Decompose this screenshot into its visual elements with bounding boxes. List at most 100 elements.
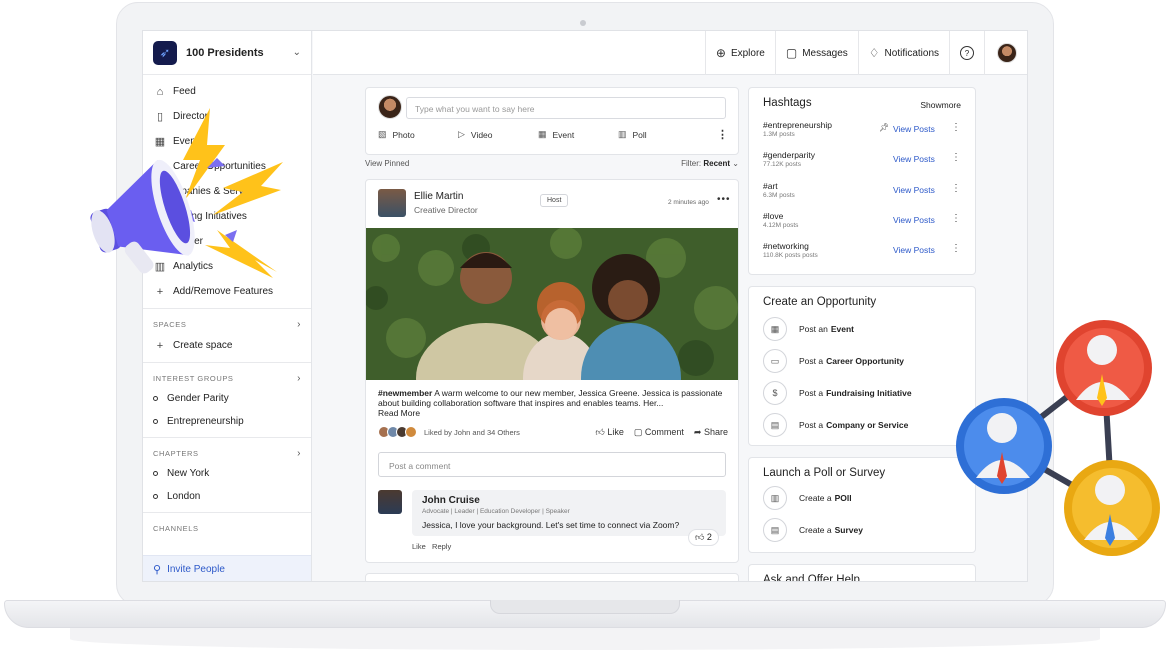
like-button[interactable]: 👍︎ Like bbox=[595, 427, 623, 438]
commenter-avatar[interactable] bbox=[378, 490, 402, 514]
chapters-header[interactable]: CHAPTERS › bbox=[143, 444, 311, 462]
event-button[interactable]: ▦ Event bbox=[538, 128, 618, 141]
video-label: Video bbox=[470, 129, 493, 140]
option-prefix: Post a bbox=[799, 356, 824, 366]
community-switcher[interactable]: ➶ 100 Presidents ⌄ bbox=[143, 31, 311, 75]
view-posts-link[interactable]: View Posts bbox=[893, 124, 935, 134]
messages-button[interactable]: ▢ Messages bbox=[774, 31, 858, 75]
more-options-icon[interactable]: ⋮ bbox=[951, 213, 961, 224]
group-item[interactable]: Gender Parity bbox=[143, 387, 311, 410]
bullet-icon bbox=[153, 494, 158, 499]
feed-filter-bar: View Pinned Filter: Recent ⌄ bbox=[365, 159, 739, 168]
view-pinned-link[interactable]: View Pinned bbox=[365, 159, 409, 168]
photo-button[interactable]: ▧ Photo bbox=[378, 128, 458, 141]
invite-people-button[interactable]: ⚲ Invite People bbox=[143, 555, 311, 581]
create-survey-option[interactable]: ▤ Create a Survey bbox=[763, 518, 863, 542]
megaphone-illustration bbox=[90, 108, 283, 278]
post-career-option[interactable]: ▭ Post a Career Opportunity bbox=[763, 349, 904, 373]
profile-button[interactable] bbox=[984, 31, 1027, 75]
bullet-icon bbox=[153, 471, 158, 476]
lightning-bolt-icon bbox=[205, 230, 277, 278]
chapter-item[interactable]: New York bbox=[143, 462, 311, 485]
view-posts-link[interactable]: View Posts bbox=[893, 215, 935, 225]
share-label: Share bbox=[703, 426, 728, 437]
comment-like-button[interactable]: Like bbox=[412, 542, 426, 551]
post-image[interactable] bbox=[366, 228, 738, 380]
section-heading: CHAPTERS bbox=[153, 448, 199, 458]
author-avatar[interactable] bbox=[378, 189, 406, 217]
interest-groups-header[interactable]: INTEREST GROUPS › bbox=[143, 369, 311, 387]
read-more-link[interactable]: Read More bbox=[378, 408, 420, 418]
chapter-label: London bbox=[167, 491, 201, 502]
host-badge: Host bbox=[540, 194, 569, 207]
comment-like-count[interactable]: 👍︎ 2 bbox=[688, 529, 719, 546]
more-options-icon[interactable]: ⋮ bbox=[951, 152, 961, 163]
channels-header[interactable]: CHANNELS bbox=[143, 519, 311, 537]
nav-label: Feed bbox=[173, 86, 196, 97]
comment-button[interactable]: ▢ Comment bbox=[634, 427, 684, 438]
avatar bbox=[378, 95, 402, 119]
post-event-option[interactable]: ▦ Post an Event bbox=[763, 317, 854, 341]
liker-avatars[interactable] bbox=[378, 426, 417, 438]
post-hashtag[interactable]: #newmember bbox=[378, 388, 432, 398]
comment-input[interactable]: Post a comment bbox=[378, 452, 726, 477]
share-button[interactable]: ➦ Share bbox=[694, 427, 728, 438]
section-heading: CHANNELS bbox=[153, 523, 199, 533]
event-label: Event bbox=[552, 129, 575, 140]
network-nodes-illustration bbox=[956, 320, 1160, 556]
thumbs-up-icon: 👍︎ bbox=[695, 532, 705, 542]
chapter-item[interactable]: London bbox=[143, 485, 311, 508]
post-composer: Type what you want to say here ▧ Photo ▷ V… bbox=[365, 87, 739, 155]
filter-dropdown[interactable]: Filter: Recent ⌄ bbox=[681, 159, 739, 168]
comment-bubble: John Cruise Advocate | Leader | Educatio… bbox=[412, 490, 726, 536]
feed-post: Ellie Martin Creative Director Host 2 mi… bbox=[365, 179, 739, 563]
post-company-option[interactable]: ▤ Post a Company or Service bbox=[763, 413, 908, 437]
post-fundraising-option[interactable]: $ Post a Fundraising Initiative bbox=[763, 381, 912, 405]
filter-label: Filter: bbox=[681, 159, 702, 168]
help-button[interactable]: ? bbox=[949, 31, 984, 75]
show-more-link[interactable]: Showmore bbox=[920, 100, 961, 110]
stage: ➶ 100 Presidents ⌄ ⌂ Feed ▯ Director ▦ Even… bbox=[0, 0, 1170, 652]
poll-button[interactable]: ▥ Poll bbox=[618, 128, 698, 141]
avatar bbox=[405, 426, 417, 438]
spaces-header[interactable]: SPACES › bbox=[143, 315, 311, 333]
comment-actions: Like Reply bbox=[412, 542, 451, 551]
more-options-icon[interactable]: ⋮ bbox=[951, 183, 961, 194]
explore-button[interactable]: ⊕ Explore bbox=[704, 31, 775, 75]
hashtag-row: #art 6.3M posts View Posts ⋮ bbox=[763, 181, 963, 199]
view-posts-link[interactable]: View Posts bbox=[893, 185, 935, 195]
image-icon: ▧ bbox=[378, 129, 387, 139]
post-input[interactable]: Type what you want to say here bbox=[406, 97, 726, 119]
view-posts-link[interactable]: View Posts bbox=[893, 154, 935, 164]
hashtag-row: #entrepreneurship 1.3M posts 📌︎ View Posts ⋮ bbox=[763, 120, 963, 138]
notifications-button[interactable]: ♢ Notifications bbox=[857, 31, 949, 75]
more-options-button[interactable]: ⋮ bbox=[717, 128, 728, 141]
commenter-name[interactable]: John Cruise bbox=[422, 495, 480, 506]
post-body: #newmember A warm welcome to our new mem… bbox=[378, 388, 728, 418]
option-prefix: Create a bbox=[799, 525, 832, 535]
liked-by-text[interactable]: Liked by John and 34 Others bbox=[424, 428, 520, 437]
post-timestamp: 2 minutes ago bbox=[668, 199, 709, 206]
hashtag-row: #networking 110.8K posts posts View Posts ⋮ bbox=[763, 241, 963, 259]
notifications-label: Notifications bbox=[884, 47, 939, 59]
group-item[interactable]: Entrepreneurship bbox=[143, 410, 311, 433]
author-name[interactable]: Ellie Martin bbox=[414, 191, 463, 202]
group-label: Gender Parity bbox=[167, 393, 229, 404]
calendar-icon: ▦ bbox=[763, 317, 787, 341]
comment-reply-button[interactable]: Reply bbox=[432, 542, 451, 551]
avatar bbox=[997, 43, 1017, 63]
more-options-icon[interactable]: ⋮ bbox=[951, 122, 961, 133]
view-posts-link[interactable]: View Posts bbox=[893, 245, 935, 255]
more-options-icon[interactable]: ••• bbox=[717, 194, 731, 205]
more-options-icon[interactable]: ⋮ bbox=[951, 243, 961, 254]
video-button[interactable]: ▷ Video bbox=[458, 128, 538, 141]
chat-icon: ▢ bbox=[785, 46, 798, 60]
ask-title: Ask and Offer Help bbox=[763, 574, 860, 582]
option-label: Survey bbox=[834, 525, 863, 535]
lightning-bolt-icon bbox=[213, 162, 283, 215]
create-poll-option[interactable]: ▥ Create a POll bbox=[763, 486, 852, 510]
person-add-icon: ⚲ bbox=[153, 564, 162, 576]
poll-icon: ▥ bbox=[763, 486, 787, 510]
create-space[interactable]: + Create space bbox=[143, 333, 311, 358]
pin-icon[interactable]: 📌︎ bbox=[879, 123, 889, 132]
